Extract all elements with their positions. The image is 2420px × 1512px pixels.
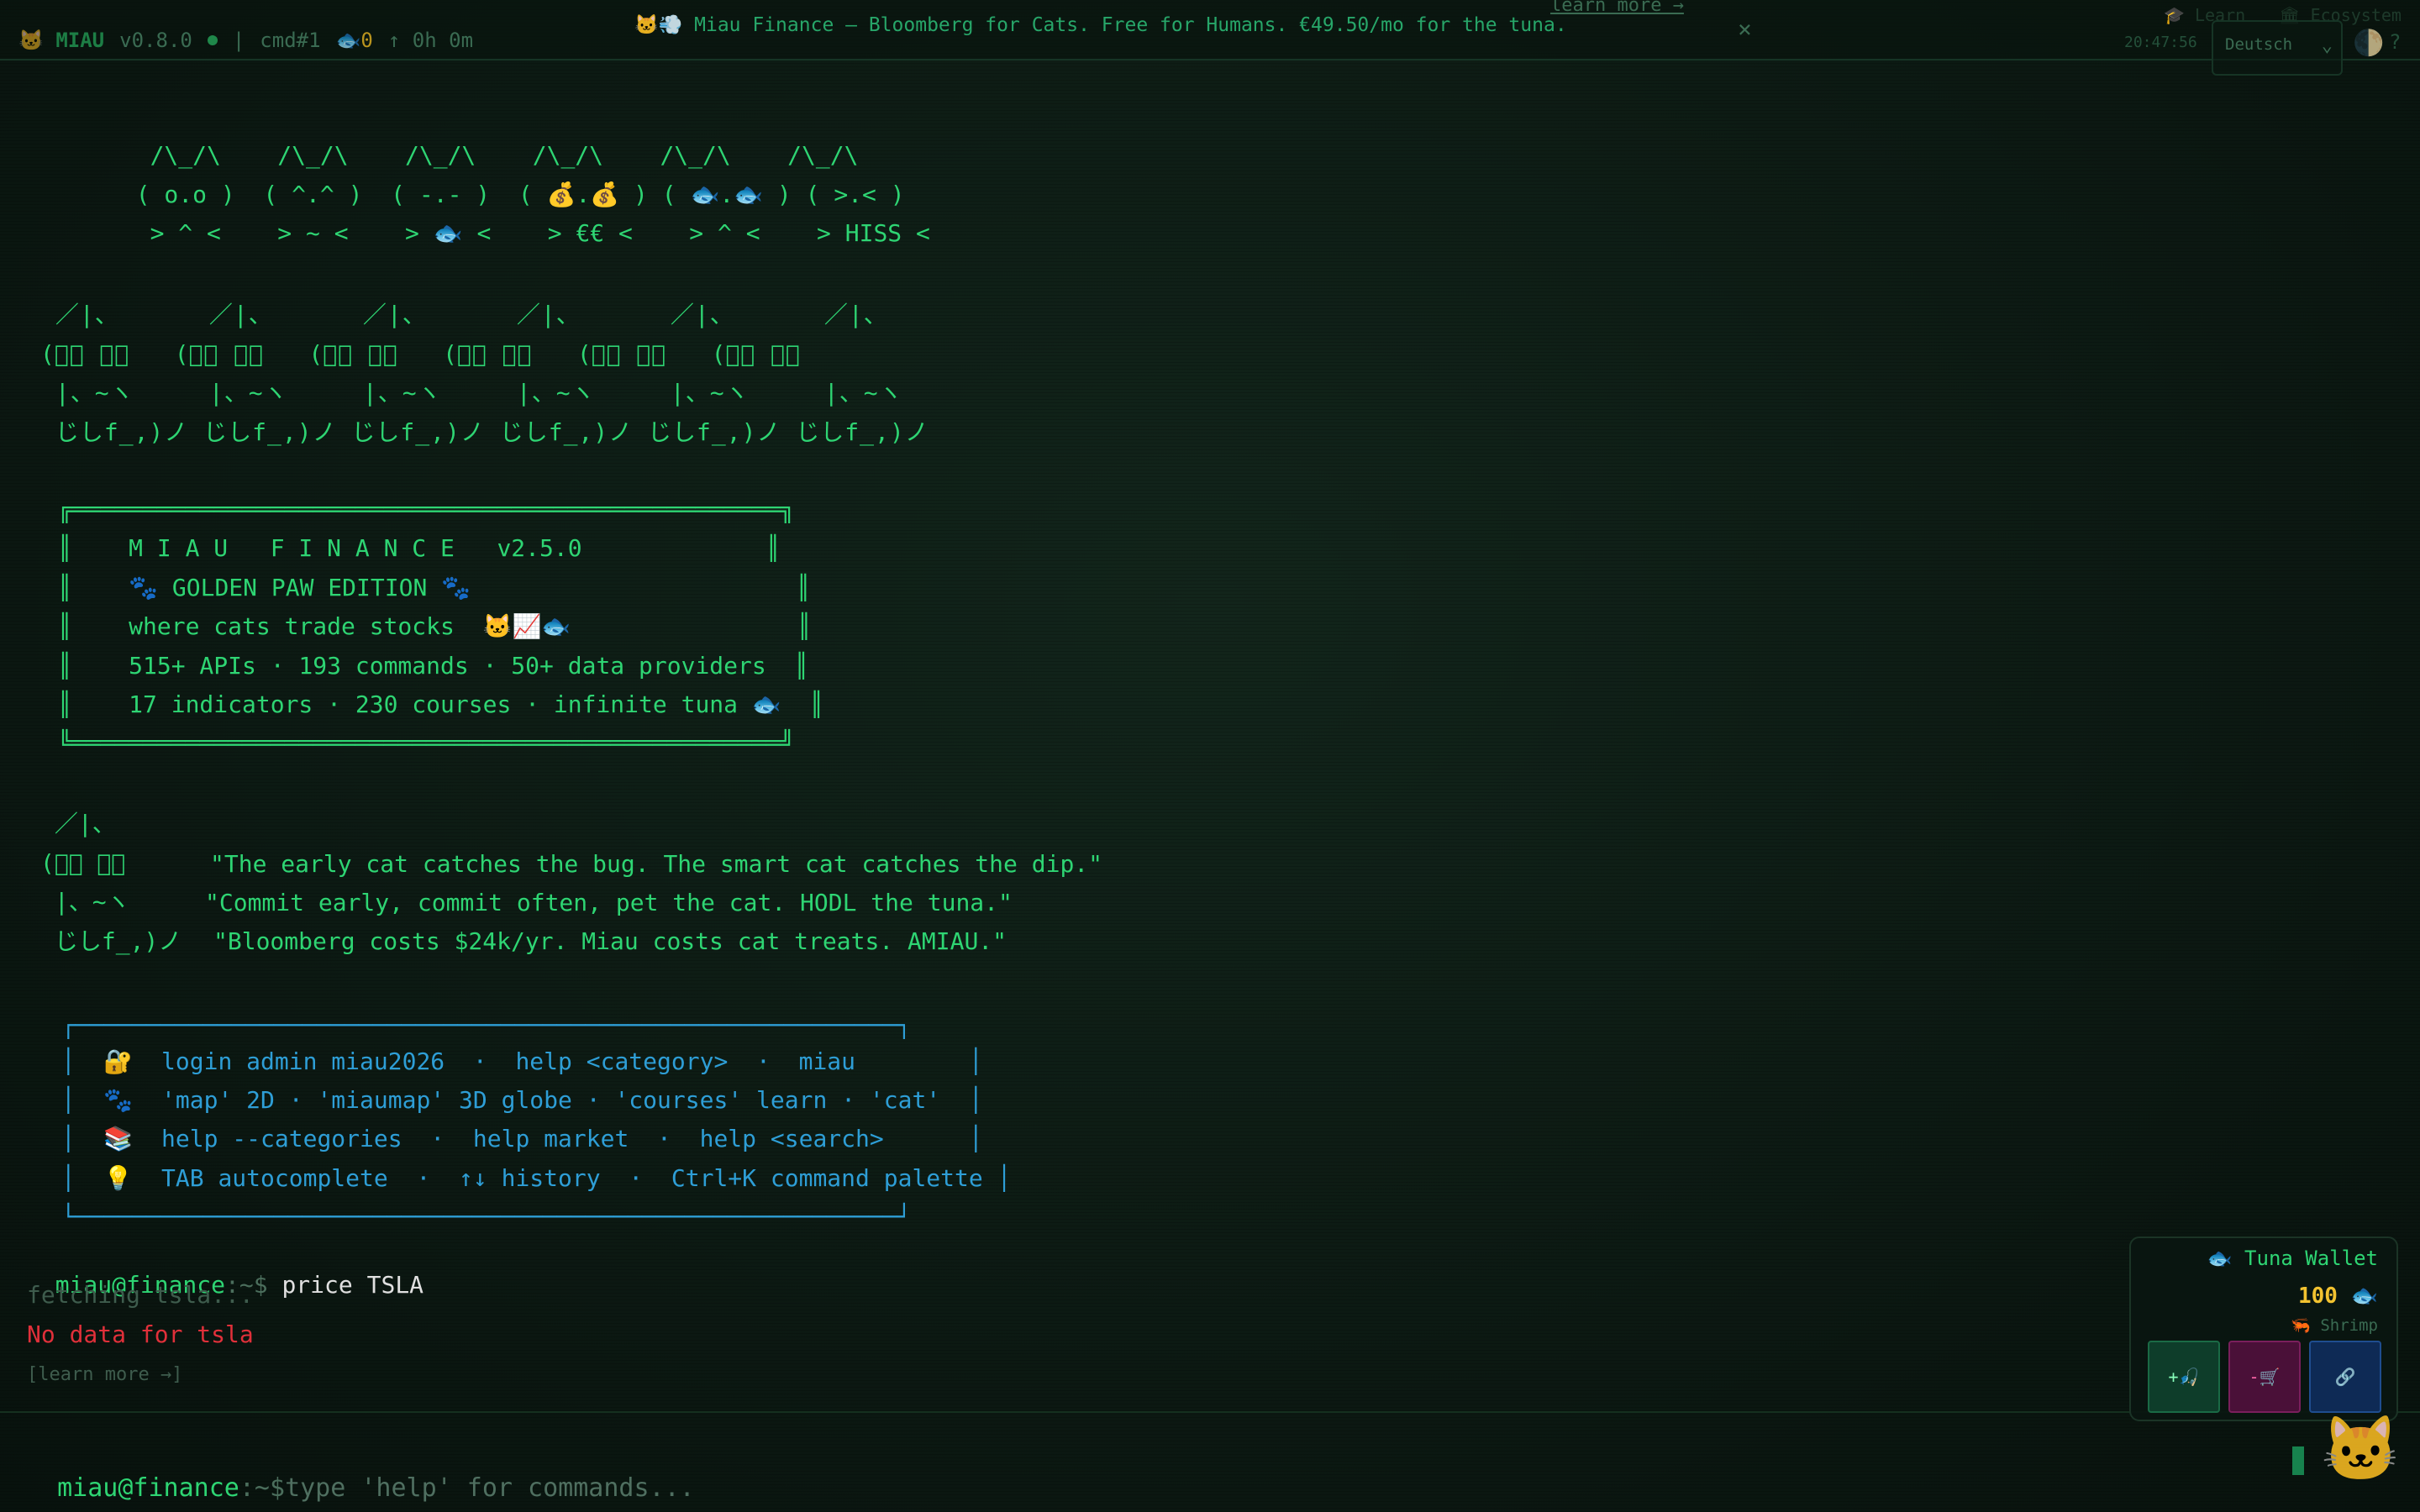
language-value: Deutsch <box>2225 35 2293 54</box>
status-left: 🐱 MIAU v0.8.0 | cmd#1 🐟0 ↑ 0h 0m <box>18 29 473 52</box>
version-label: v0.8.0 <box>119 29 192 52</box>
title-line-5: ║ 17 indicators · 230 courses · infinite… <box>44 690 824 718</box>
banner-learn-more-link[interactable]: learn more → <box>1550 0 1684 16</box>
command-input[interactable]: miau@finance:~$type 'help' for commands.… <box>27 1444 695 1503</box>
uptime-label: ↑ 0h 0m <box>387 29 474 52</box>
title-line-3: ║ where cats trade stocks 🐱📈🐟 ║ <box>44 612 812 640</box>
help-box-bottom-border: └───────────────────────────────────────… <box>47 1203 912 1231</box>
help-line-login: │ 🔐 login admin miau2026 · help <categor… <box>47 1047 983 1075</box>
tuna-wallet-panel: 🐟 Tuna Wallet 100 🐟 🦐 Shrimp +🎣 -🛒 🔗 <box>2129 1236 2398 1421</box>
help-button[interactable]: ? <box>2389 30 2401 54</box>
chevron-down-icon: ⌄ <box>2321 35 2333 56</box>
help-line-categories: │ 📚 help --categories · help market · he… <box>47 1125 983 1152</box>
help-line-maps: │ 🐾 'map' 2D · 'miaumap' 3D globe · 'cou… <box>47 1086 983 1114</box>
quote-line-2: "Commit early, commit often, pet the cat… <box>205 889 1013 916</box>
history-command: price TSLA <box>281 1271 424 1299</box>
error-learn-more-link[interactable]: [learn more →] <box>27 1364 182 1385</box>
title-box-top-border: ╔═══════════════════════════════════════… <box>44 496 795 523</box>
wallet-spend-button[interactable]: -🛒 <box>2228 1341 2301 1413</box>
session-label: cmd#1 <box>260 29 321 52</box>
title-line-4: ║ 515+ APIs · 193 commands · 50+ data pr… <box>44 652 809 680</box>
title-line-1: ║ M I A U F I N A N C E v2.5.0 ║ <box>44 534 781 562</box>
wallet-balance: 100 🐟 <box>2298 1284 2378 1309</box>
wallet-earn-button[interactable]: +🎣 <box>2148 1341 2220 1413</box>
terminal-cursor <box>2292 1446 2304 1475</box>
connection-status-icon <box>207 35 218 45</box>
help-box-top-border: ┌───────────────────────────────────────… <box>47 1011 912 1039</box>
ascii-quote-cat: ／|、 (ﾟ､ ｡７ |、~ヽ じしf_,)ノ <box>40 810 182 955</box>
status-bar: 🐱 MIAU v0.8.0 | cmd#1 🐟0 ↑ 0h 0m 🐱💨 Miau… <box>0 0 2420 76</box>
tuna-counter: 🐟0 <box>335 29 373 52</box>
error-message: No data for tsla <box>27 1320 254 1348</box>
theme-toggle-icon[interactable]: 🌓 <box>2353 29 2384 58</box>
input-prompt-user: miau@finance <box>57 1473 239 1503</box>
cat-mascot-icon[interactable]: 🐱 <box>2321 1411 2401 1487</box>
ascii-cats-row: /\_/\ /\_/\ /\_/\ /\_/\ /\_/\ /\_/\ ( o.… <box>135 141 930 247</box>
fetching-status: fetching tsla... <box>27 1281 254 1309</box>
wallet-link-button[interactable]: 🔗 <box>2309 1341 2381 1413</box>
quote-line-3: "Bloomberg costs $24k/yr. Miau costs cat… <box>213 927 1007 955</box>
language-select[interactable]: Deutsch ⌄ <box>2212 20 2343 76</box>
wallet-title: 🐟 Tuna Wallet <box>2207 1247 2378 1270</box>
input-placeholder: type 'help' for commands... <box>285 1473 695 1503</box>
brand-logo[interactable]: 🐱 MIAU <box>18 29 104 52</box>
quote-line-1: "The early cat catches the bug. The smar… <box>210 850 1103 878</box>
promo-banner-text: 🐱💨 Miau Finance — Bloomberg for Cats. Fr… <box>634 14 1567 36</box>
separator: | <box>232 29 245 52</box>
input-prompt-path: :~$ <box>239 1473 286 1503</box>
help-line-shortcuts: │ 💡 TAB autocomplete · ↑↓ history · Ctrl… <box>47 1164 1012 1192</box>
title-line-2: ║ 🐾 GOLDEN PAW EDITION 🐾 ║ <box>44 574 811 601</box>
banner-close-icon[interactable]: × <box>1738 15 1752 43</box>
wallet-rank: 🦐 Shrimp <box>2291 1316 2378 1335</box>
clock: 20:47:56 <box>2124 34 2197 51</box>
title-box-bottom-border: ╚═══════════════════════════════════════… <box>44 729 795 757</box>
ascii-kana-cats-row: ／|、 ／|、 ／|、 ／|、 ／|、 ／|、 (ﾟ､ ｡７ (ﾟ､ ｡７ (ﾟ… <box>40 301 929 446</box>
